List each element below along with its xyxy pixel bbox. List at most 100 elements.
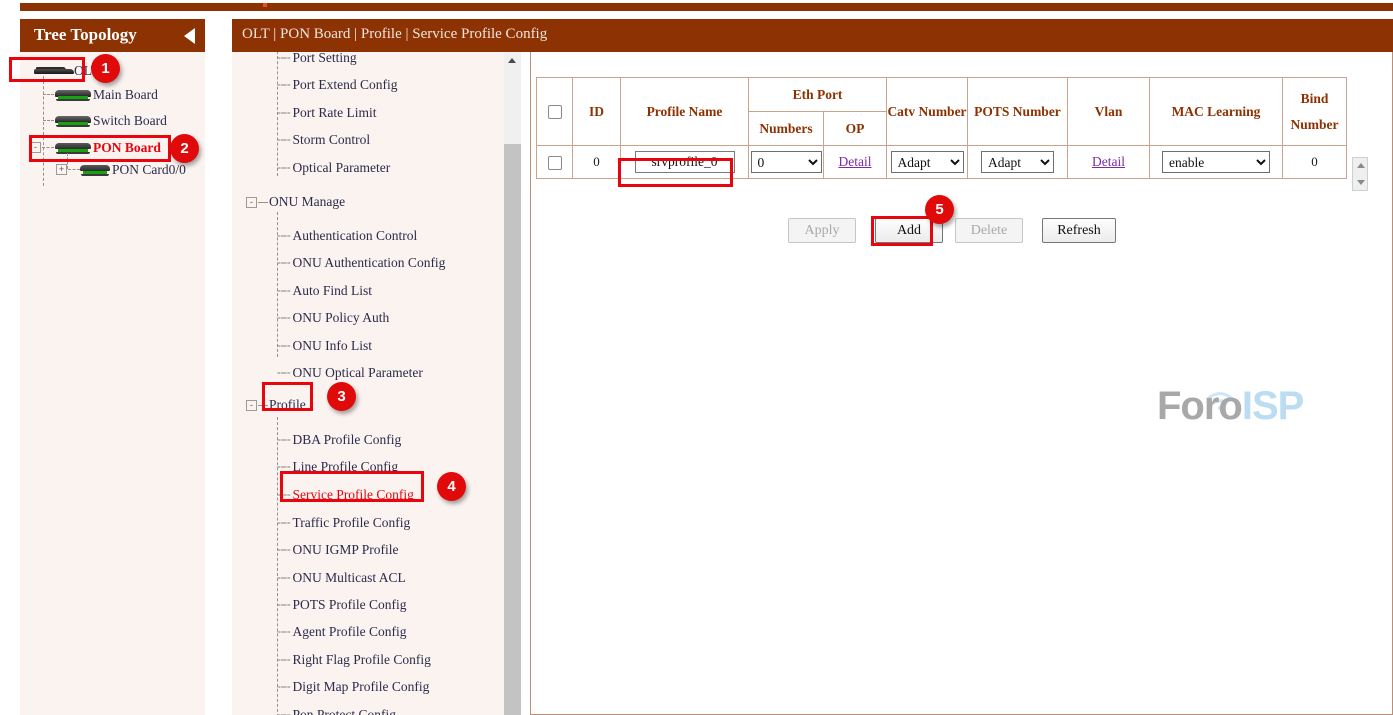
menu-item-port-extend-config[interactable]: ╌╌ Port Extend Config bbox=[277, 74, 397, 96]
menu-item-onu-policy-auth[interactable]: ╌╌ ONU Policy Auth bbox=[277, 307, 389, 329]
menu-item-storm-control[interactable]: ╌╌ Storm Control bbox=[277, 129, 370, 151]
menu-item-label: Service Profile Config bbox=[292, 487, 413, 503]
menu-item-agent-profile-config[interactable]: ╌╌ Agent Profile Config bbox=[277, 621, 406, 643]
menu-item-line-profile-config[interactable]: ╌╌ Line Profile Config bbox=[277, 456, 398, 478]
menu-scrollbar[interactable] bbox=[504, 52, 521, 715]
caret-down-icon[interactable] bbox=[1357, 180, 1365, 185]
menu-expander-onu-manage[interactable]: - bbox=[246, 197, 257, 208]
menu-item-label: Traffic Profile Config bbox=[292, 515, 410, 531]
board-device-icon bbox=[55, 115, 91, 128]
tree-node-olt[interactable]: OLT bbox=[34, 61, 99, 81]
mac-learning-select[interactable]: enable bbox=[1162, 151, 1270, 173]
menu-item-pon-protect-config[interactable]: ╌╌ Pon Protect Config bbox=[277, 704, 396, 715]
tree-leaf-marker-icon: ╌╌ bbox=[277, 488, 289, 503]
menu-item-traffic-profile-config[interactable]: ╌╌ Traffic Profile Config bbox=[277, 512, 410, 534]
tree-leaf-marker-icon: ╌╌ bbox=[277, 284, 289, 299]
tree-leaf-marker-icon: ╌╌ bbox=[277, 133, 289, 148]
menu-item-auto-find-list[interactable]: ╌╌ Auto Find List bbox=[277, 280, 372, 302]
navigation-menu-panel: ╌╌ Port Setting ╌╌ Port Extend Config ╌╌… bbox=[232, 19, 521, 715]
tree-leaf-marker-icon: ╌╌ bbox=[277, 311, 289, 326]
tree-trunk-line bbox=[67, 153, 68, 169]
table-header-row-1: ID Profile Name Eth Port Catv Number POT… bbox=[537, 78, 1347, 112]
refresh-button[interactable]: Refresh bbox=[1042, 218, 1116, 243]
tree-node-pon-card[interactable]: PON Card0/0 bbox=[80, 160, 186, 180]
menu-item-label: Optical Parameter bbox=[292, 160, 390, 176]
tree-trunk-line bbox=[43, 76, 44, 186]
delete-button[interactable]: Delete bbox=[955, 218, 1023, 243]
tree-node-switch-board[interactable]: Switch Board bbox=[55, 111, 167, 131]
cell-bind-number: 0 bbox=[1283, 146, 1347, 179]
caret-up-icon[interactable] bbox=[1357, 163, 1365, 168]
tree-node-main-board[interactable]: Main Board bbox=[55, 85, 158, 105]
row-select-checkbox[interactable] bbox=[548, 156, 562, 170]
tree-node-label: PON Card0/0 bbox=[112, 162, 186, 178]
menu-item-profile[interactable]: Profile bbox=[269, 394, 306, 416]
menu-scrollbar-up-button[interactable] bbox=[504, 52, 521, 69]
menu-scrollbar-thumb[interactable] bbox=[504, 144, 521, 715]
triangle-left-icon[interactable] bbox=[184, 28, 195, 44]
top-accent-tick bbox=[263, 3, 267, 7]
column-header-catv-number: Catv Number bbox=[887, 78, 968, 146]
tree-expander-pon-card[interactable]: + bbox=[56, 164, 67, 175]
breadcrumb: OLT | PON Board | Profile | Service Prof… bbox=[242, 26, 547, 43]
eth-op-detail-link[interactable]: Detail bbox=[839, 154, 872, 169]
profile-name-input[interactable] bbox=[635, 151, 735, 173]
eth-numbers-select[interactable]: 0 bbox=[751, 151, 822, 173]
menu-item-right-flag-profile-config[interactable]: ╌╌ Right Flag Profile Config bbox=[277, 649, 431, 671]
tree-leaf-marker-icon: ╌╌ bbox=[277, 229, 289, 244]
tree-node-label: Main Board bbox=[93, 87, 158, 103]
select-all-checkbox[interactable] bbox=[548, 105, 562, 119]
tree-leaf-marker-icon: ╌╌ bbox=[277, 339, 289, 354]
apply-button[interactable]: Apply bbox=[788, 218, 856, 243]
tree-leaf-marker-icon: ╌╌ bbox=[277, 625, 289, 640]
menu-item-label: ONU Info List bbox=[292, 338, 372, 354]
vlan-detail-link[interactable]: Detail bbox=[1092, 154, 1125, 169]
application-window: Tree Topology OLT Main Board bbox=[0, 0, 1393, 715]
menu-item-onu-optical-parameter[interactable]: ╌╌ ONU Optical Parameter bbox=[277, 362, 423, 384]
menu-item-label: ONU Multicast ACL bbox=[292, 570, 405, 586]
foroisp-watermark: ForoISP bbox=[1157, 380, 1317, 426]
menu-expander-profile[interactable]: - bbox=[246, 400, 257, 411]
tree-leaf-marker-icon: ╌╌ bbox=[277, 516, 289, 531]
cell-catv-number: Adapt bbox=[887, 146, 968, 179]
menu-item-optical-parameter[interactable]: ╌╌ Optical Parameter bbox=[277, 157, 390, 179]
menu-item-digit-map-profile-config[interactable]: ╌╌ Digit Map Profile Config bbox=[277, 676, 429, 698]
bind-number-line1: Bind bbox=[1283, 91, 1346, 107]
tree-topology-title: Tree Topology bbox=[34, 25, 137, 45]
tree-branch-line bbox=[43, 120, 54, 121]
catv-number-select[interactable]: Adapt bbox=[891, 151, 964, 173]
column-header-eth-port: Eth Port bbox=[749, 78, 887, 112]
column-header-bind-number: Bind Number bbox=[1283, 78, 1347, 146]
column-header-profile-name: Profile Name bbox=[621, 78, 749, 146]
menu-item-onu-authentication-config[interactable]: ╌╌ ONU Authentication Config bbox=[277, 252, 445, 274]
menu-item-label: Digit Map Profile Config bbox=[292, 679, 429, 695]
cell-mac-learning: enable bbox=[1150, 146, 1283, 179]
menu-item-authentication-control[interactable]: ╌╌ Authentication Control bbox=[277, 225, 417, 247]
menu-item-onu-multicast-acl[interactable]: ╌╌ ONU Multicast ACL bbox=[277, 567, 406, 589]
cell-vlan: Detail bbox=[1068, 146, 1150, 179]
tree-branch-line bbox=[68, 169, 80, 170]
tree-node-pon-board[interactable]: PON Board bbox=[55, 138, 161, 158]
menu-item-label: Port Setting bbox=[292, 50, 356, 66]
menu-item-dba-profile-config[interactable]: ╌╌ DBA Profile Config bbox=[277, 429, 401, 451]
column-header-id: ID bbox=[573, 78, 621, 146]
menu-item-onu-manage[interactable]: ONU Manage bbox=[269, 191, 345, 213]
pots-number-select[interactable]: Adapt bbox=[981, 151, 1054, 173]
menu-item-label: ONU Authentication Config bbox=[292, 255, 445, 271]
menu-item-label: Port Rate Limit bbox=[292, 105, 376, 121]
menu-item-onu-info-list[interactable]: ╌╌ ONU Info List bbox=[277, 335, 372, 357]
annotation-badge-2: 2 bbox=[170, 134, 199, 163]
table-row[interactable]: 0 0 Detail Adapt bbox=[537, 146, 1347, 179]
menu-item-port-rate-limit[interactable]: ╌╌ Port Rate Limit bbox=[277, 102, 376, 124]
menu-item-service-profile-config[interactable]: ╌╌ Service Profile Config bbox=[277, 484, 414, 506]
menu-item-label: Right Flag Profile Config bbox=[292, 652, 430, 668]
table-row-scrollbar[interactable] bbox=[1352, 157, 1368, 191]
tree-leaf-marker-icon: ╌╌ bbox=[277, 161, 289, 176]
tree-topology-panel: Tree Topology OLT Main Board bbox=[20, 19, 205, 715]
menu-item-label: Profile bbox=[269, 397, 306, 413]
tree-leaf-marker-icon: ╌╌ bbox=[277, 680, 289, 695]
tree-expander-pon-board[interactable]: - bbox=[30, 142, 41, 153]
menu-item-pots-profile-config[interactable]: ╌╌ POTS Profile Config bbox=[277, 594, 406, 616]
menu-item-onu-igmp-profile[interactable]: ╌╌ ONU IGMP Profile bbox=[277, 539, 398, 561]
tree-branch-line bbox=[42, 147, 54, 148]
